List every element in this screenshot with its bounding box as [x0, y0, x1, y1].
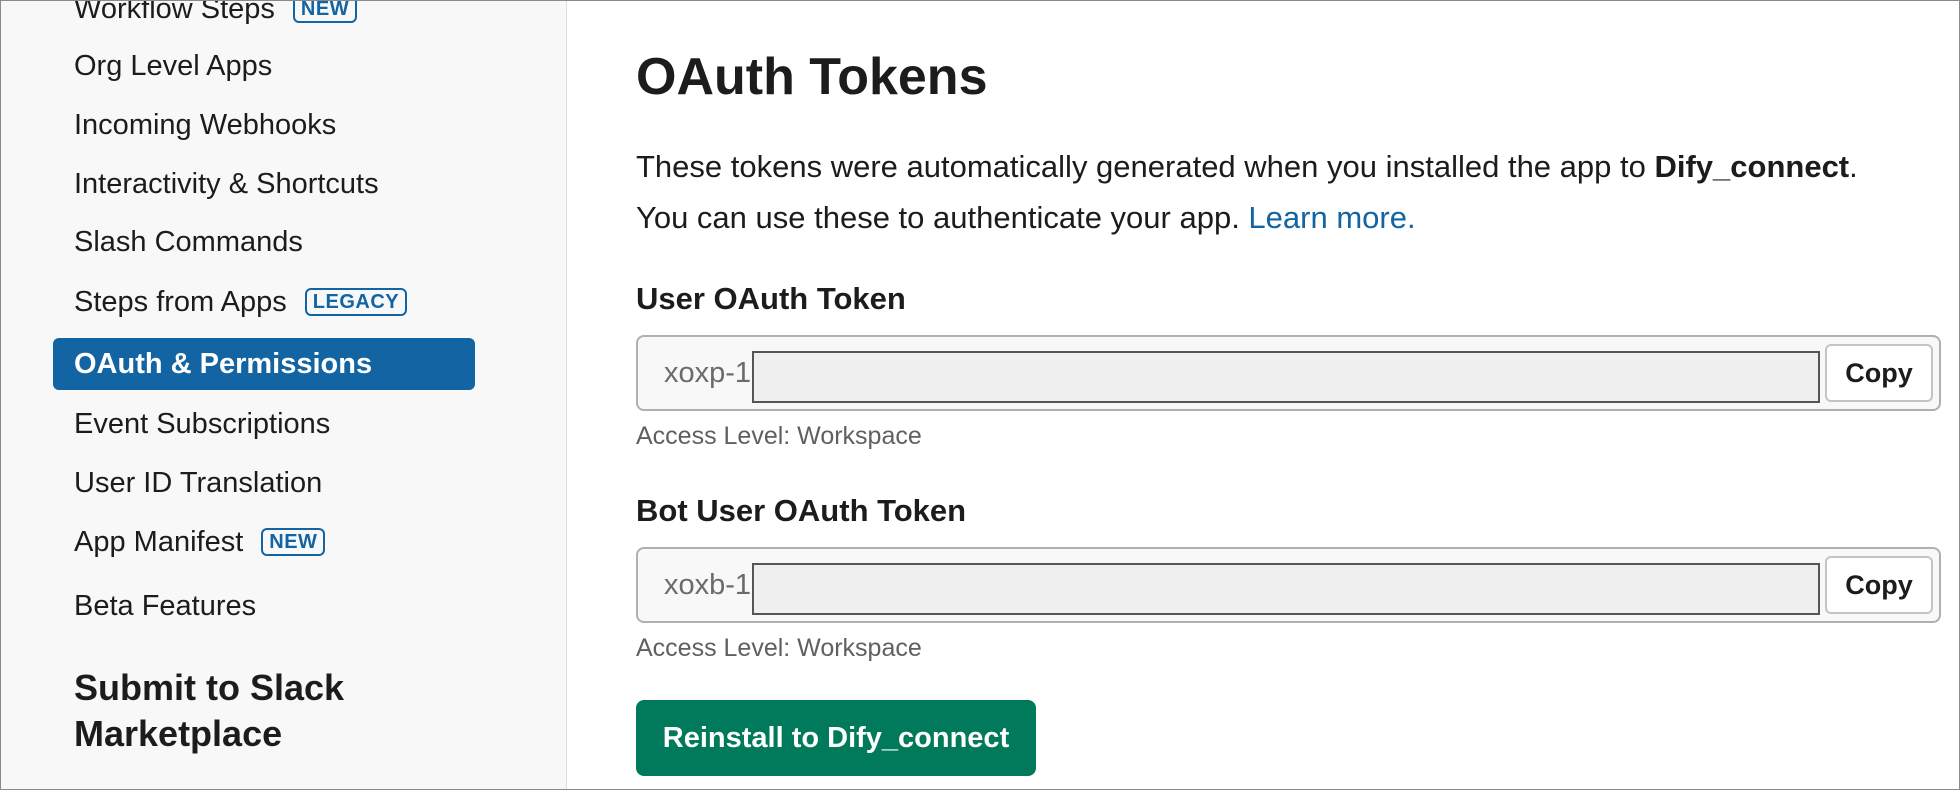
copy-bot-token-button[interactable]: Copy [1825, 556, 1933, 614]
sidebar-item-label: Incoming Webhooks [74, 108, 337, 141]
sidebar-item-label: User ID Translation [74, 466, 323, 499]
submit-to-marketplace-heading[interactable]: Submit to Slack Marketplace [74, 665, 494, 757]
user-token-label: User OAuth Token [636, 281, 906, 316]
copy-user-token-button[interactable]: Copy [1825, 344, 1933, 402]
page-title: OAuth Tokens [636, 48, 988, 106]
reinstall-button[interactable]: Reinstall to Dify_connect [636, 700, 1036, 776]
sidebar-item-label: Beta Features [74, 589, 257, 622]
sidebar-item-label: App Manifest [74, 525, 244, 558]
sidebar-item-user-id-translation[interactable]: User ID Translation [53, 457, 322, 509]
sidebar-item-beta-features[interactable]: Beta Features [53, 580, 256, 632]
sidebar-item-label: Org Level Apps [74, 49, 273, 82]
sidebar-item-oauth-permissions[interactable]: OAuth & Permissions [53, 338, 475, 390]
sidebar-item-label: OAuth & Permissions [74, 347, 373, 380]
main-content: OAuth Tokens These tokens were automatic… [636, 1, 1941, 789]
sidebar-item-label: Steps from Apps [74, 285, 287, 318]
sidebar-item-app-manifest[interactable]: App Manifest NEW [53, 516, 326, 568]
user-token-field[interactable]: xoxp-1 Copy [636, 335, 1941, 411]
legacy-badge: LEGACY [304, 288, 408, 316]
user-token-access-level: Access Level: Workspace [636, 422, 922, 450]
sidebar-item-incoming-webhooks[interactable]: Incoming Webhooks [53, 99, 336, 151]
sidebar-item-event-subscriptions[interactable]: Event Subscriptions [53, 398, 330, 450]
bot-token-prefix: xoxb-1 [664, 569, 752, 601]
description-period: . [1849, 149, 1858, 184]
sidebar-item-label: Event Subscriptions [74, 407, 331, 440]
sidebar-item-steps-from-apps[interactable]: Steps from Apps LEGACY [53, 276, 408, 328]
bot-token-redaction [752, 563, 1820, 615]
user-token-redaction [752, 351, 1820, 403]
sidebar-item-org-level-apps[interactable]: Org Level Apps [53, 40, 272, 92]
sidebar-item-label: Workflow Steps [74, 0, 275, 25]
bot-token-label: Bot User OAuth Token [636, 493, 967, 528]
learn-more-link[interactable]: Learn more. [1248, 200, 1415, 235]
description-text-2: You can use these to authenticate your a… [636, 200, 1249, 235]
description: These tokens were automatically generate… [636, 141, 1936, 243]
app-window: Workflow Steps NEW Org Level Apps Incomi… [0, 0, 1960, 790]
new-badge: NEW [292, 1, 358, 23]
sidebar: Workflow Steps NEW Org Level Apps Incomi… [1, 1, 567, 789]
new-badge: NEW [261, 528, 326, 556]
sidebar-item-label: Interactivity & Shortcuts [74, 167, 379, 200]
sidebar-item-workflow-steps[interactable]: Workflow Steps NEW [53, 0, 358, 35]
workspace-name: Dify_connect [1654, 149, 1850, 184]
sidebar-item-interactivity-shortcuts[interactable]: Interactivity & Shortcuts [53, 158, 379, 210]
sidebar-item-label: Slash Commands [74, 225, 303, 258]
bot-token-access-level: Access Level: Workspace [636, 634, 922, 662]
description-text: These tokens were automatically generate… [636, 149, 1655, 184]
bot-token-field[interactable]: xoxb-1 Copy [636, 547, 1941, 623]
user-token-prefix: xoxp-1 [664, 357, 752, 389]
sidebar-item-slash-commands[interactable]: Slash Commands [53, 216, 303, 268]
